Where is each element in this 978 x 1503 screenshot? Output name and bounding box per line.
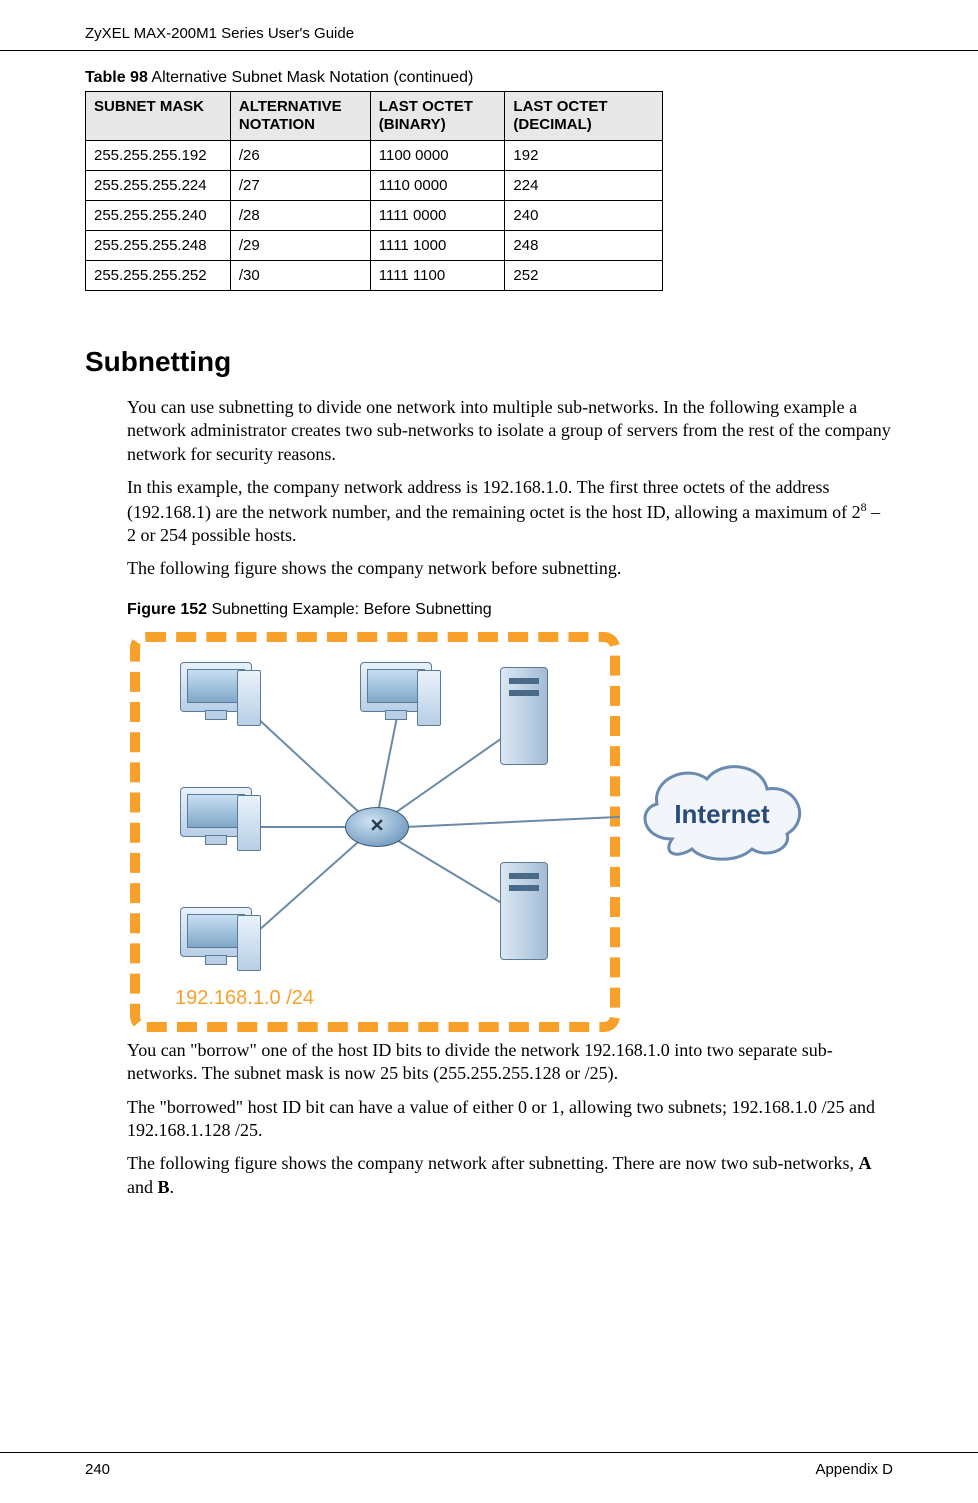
- cell: 1110 0000: [370, 171, 505, 201]
- cell: 255.255.255.252: [86, 261, 231, 291]
- paragraph: You can "borrow" one of the host ID bits…: [127, 1039, 893, 1086]
- cell: /30: [230, 261, 370, 291]
- cell: 255.255.255.240: [86, 201, 231, 231]
- cell: 255.255.255.224: [86, 171, 231, 201]
- cell: 248: [505, 231, 663, 261]
- section-heading: Subnetting: [85, 346, 893, 378]
- server-icon: [500, 862, 548, 960]
- cell: 224: [505, 171, 663, 201]
- figure-title: Subnetting Example: Before Subnetting: [207, 601, 492, 618]
- text: .: [170, 1177, 175, 1197]
- header-title: ZyXEL MAX-200M1 Series User's Guide: [85, 25, 354, 42]
- network-address-label: 192.168.1.0 /24: [175, 987, 314, 1010]
- cell: /27: [230, 171, 370, 201]
- th-last-octet-bin: LAST OCTET (BINARY): [370, 92, 505, 141]
- bold-text: B: [158, 1177, 170, 1197]
- cell: 255.255.255.192: [86, 141, 231, 171]
- table-number: Table 98: [85, 69, 148, 86]
- page-content: Table 98 Alternative Subnet Mask Notatio…: [0, 51, 978, 1199]
- table-row: 255.255.255.240 /28 1111 0000 240: [86, 201, 663, 231]
- cell: 255.255.255.248: [86, 231, 231, 261]
- network-box: 192.168.1.0 /24: [130, 632, 620, 1032]
- th-last-octet-dec: LAST OCTET (DECIMAL): [505, 92, 663, 141]
- appendix-label: Appendix D: [815, 1461, 893, 1478]
- table-row: 255.255.255.252 /30 1111 1100 252: [86, 261, 663, 291]
- cell: 252: [505, 261, 663, 291]
- table-row: 255.255.255.248 /29 1111 1000 248: [86, 231, 663, 261]
- figure-number: Figure 152: [127, 601, 207, 618]
- table-header-row: SUBNET MASK ALTERNATIVE NOTATION LAST OC…: [86, 92, 663, 141]
- th-subnet-mask: SUBNET MASK: [86, 92, 231, 141]
- page-footer: 240 Appendix D: [0, 1452, 978, 1478]
- cell: /26: [230, 141, 370, 171]
- page-header: ZyXEL MAX-200M1 Series User's Guide: [0, 0, 978, 51]
- figure-caption: Figure 152 Subnetting Example: Before Su…: [127, 601, 893, 619]
- paragraph: The "borrowed" host ID bit can have a va…: [127, 1096, 893, 1143]
- cell: 192: [505, 141, 663, 171]
- computer-icon: [175, 787, 265, 865]
- computer-icon: [355, 662, 445, 740]
- network-diagram: 192.168.1.0 /24 Internet: [127, 629, 827, 1039]
- table-body: 255.255.255.192 /26 1100 0000 192 255.25…: [86, 141, 663, 291]
- table-title: Alternative Subnet Mask Notation (contin…: [148, 69, 474, 86]
- server-icon: [500, 667, 548, 765]
- paragraph: The following figure shows the company n…: [127, 557, 893, 580]
- paragraph: The following figure shows the company n…: [127, 1152, 893, 1199]
- text: In this example, the company network add…: [127, 477, 861, 521]
- cell: 1111 1100: [370, 261, 505, 291]
- table-row: 255.255.255.192 /26 1100 0000 192: [86, 141, 663, 171]
- computer-icon: [175, 907, 265, 985]
- computer-icon: [175, 662, 265, 740]
- cell: 1100 0000: [370, 141, 505, 171]
- text: The following figure shows the company n…: [127, 1153, 859, 1173]
- bold-text: A: [859, 1153, 872, 1173]
- subnet-mask-table: SUBNET MASK ALTERNATIVE NOTATION LAST OC…: [85, 91, 663, 291]
- cloud-label: Internet: [674, 799, 769, 830]
- paragraph: In this example, the company network add…: [127, 476, 893, 547]
- cell: 240: [505, 201, 663, 231]
- cell: 1111 1000: [370, 231, 505, 261]
- th-alt-notation: ALTERNATIVE NOTATION: [230, 92, 370, 141]
- internet-cloud: Internet: [622, 749, 822, 899]
- cell: /29: [230, 231, 370, 261]
- table-row: 255.255.255.224 /27 1110 0000 224: [86, 171, 663, 201]
- text: and: [127, 1177, 158, 1197]
- router-icon: [345, 807, 409, 847]
- table-caption: Table 98 Alternative Subnet Mask Notatio…: [85, 69, 893, 87]
- cell: /28: [230, 201, 370, 231]
- cell: 1111 0000: [370, 201, 505, 231]
- page-number: 240: [85, 1461, 110, 1478]
- paragraph: You can use subnetting to divide one net…: [127, 396, 893, 466]
